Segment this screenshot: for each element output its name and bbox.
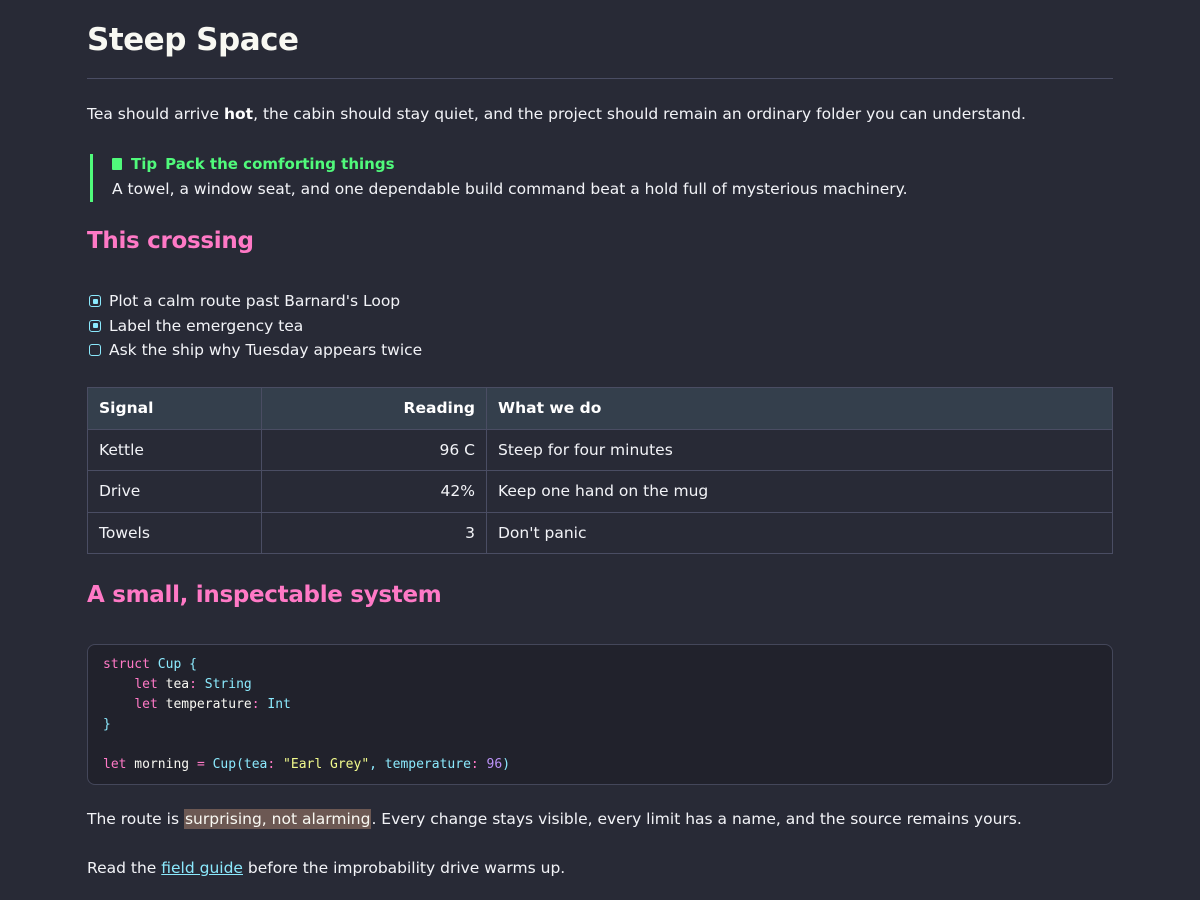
checkbox-checked[interactable] — [89, 319, 101, 332]
cell-action: Don't panic — [486, 511, 1113, 554]
tip-callout: Tip Pack the comforting things A towel, … — [90, 154, 1090, 202]
task-label: Ask the ship why Tuesday appears twice — [109, 341, 423, 360]
cell-reading: 96 C — [261, 428, 487, 471]
code-line: struct Cup { — [103, 657, 197, 672]
cell-reading: 42% — [261, 470, 487, 513]
task-label: Label the emergency tea — [109, 316, 304, 335]
page-title: Steep Space — [87, 22, 299, 58]
tip-heading: Pack the comforting things — [165, 155, 395, 173]
route-text-after: . Every change stays visible, every limi… — [371, 810, 1022, 828]
table-header-row: Signal Reading What we do — [87, 387, 1113, 430]
task-label: Plot a calm route past Barnard's Loop — [109, 292, 401, 311]
intro-text-after: , the cabin should stay quiet, and the p… — [253, 105, 1026, 123]
column-header-reading: Reading — [261, 387, 487, 430]
signal-table: Signal Reading What we do Kettle 96 C St… — [87, 387, 1113, 554]
tip-label: Tip — [131, 155, 158, 173]
task-item: Label the emergency tea — [87, 314, 422, 339]
highlighted-text: surprising, not alarming — [183, 809, 372, 829]
checkbox-checked[interactable] — [89, 295, 101, 308]
tip-title: Tip Pack the comforting things — [112, 154, 395, 174]
cell-signal: Drive — [87, 470, 262, 513]
section-heading-crossing: This crossing — [87, 228, 254, 254]
cell-reading: 3 — [261, 511, 487, 554]
bookmark-icon — [112, 158, 122, 170]
route-text-before: The route is — [87, 810, 184, 828]
code-line: let tea: String — [134, 677, 252, 692]
title-divider — [87, 78, 1113, 79]
guide-text-before: Read the — [87, 859, 162, 877]
code-line: let morning = Cup(tea: "Earl Grey", temp… — [103, 757, 511, 772]
section-heading-system: A small, inspectable system — [87, 582, 442, 608]
field-guide-link[interactable]: field guide — [161, 859, 243, 877]
cell-signal: Towels — [87, 511, 262, 554]
guide-text-after: before the improbability drive warms up. — [242, 859, 566, 877]
cell-action: Keep one hand on the mug — [486, 470, 1113, 513]
intro-text-before: Tea should arrive — [87, 105, 224, 123]
code-block: struct Cup { let tea: String let tempera… — [87, 644, 1113, 785]
task-item: Ask the ship why Tuesday appears twice — [87, 338, 422, 363]
table-row: Towels 3 Don't panic — [87, 511, 1113, 554]
cell-signal: Kettle — [87, 428, 262, 471]
cell-action: Steep for four minutes — [486, 428, 1113, 471]
column-header-signal: Signal — [87, 387, 262, 430]
column-header-action: What we do — [486, 387, 1113, 430]
code-line: let temperature: Int — [134, 697, 291, 712]
guide-paragraph: Read the field guide before the improbab… — [87, 858, 565, 878]
intro-paragraph: Tea should arrive hot, the cabin should … — [87, 104, 1026, 124]
intro-bold: hot — [224, 105, 254, 123]
task-item: Plot a calm route past Barnard's Loop — [87, 289, 422, 314]
checkbox-unchecked[interactable] — [89, 344, 101, 357]
route-paragraph: The route is surprising, not alarming. E… — [87, 809, 1022, 829]
code-line: } — [103, 717, 111, 732]
task-list: Plot a calm route past Barnard's Loop La… — [87, 289, 422, 363]
tip-body: A towel, a window seat, and one dependab… — [112, 180, 908, 198]
table-row: Drive 42% Keep one hand on the mug — [87, 470, 1113, 513]
table-row: Kettle 96 C Steep for four minutes — [87, 428, 1113, 471]
